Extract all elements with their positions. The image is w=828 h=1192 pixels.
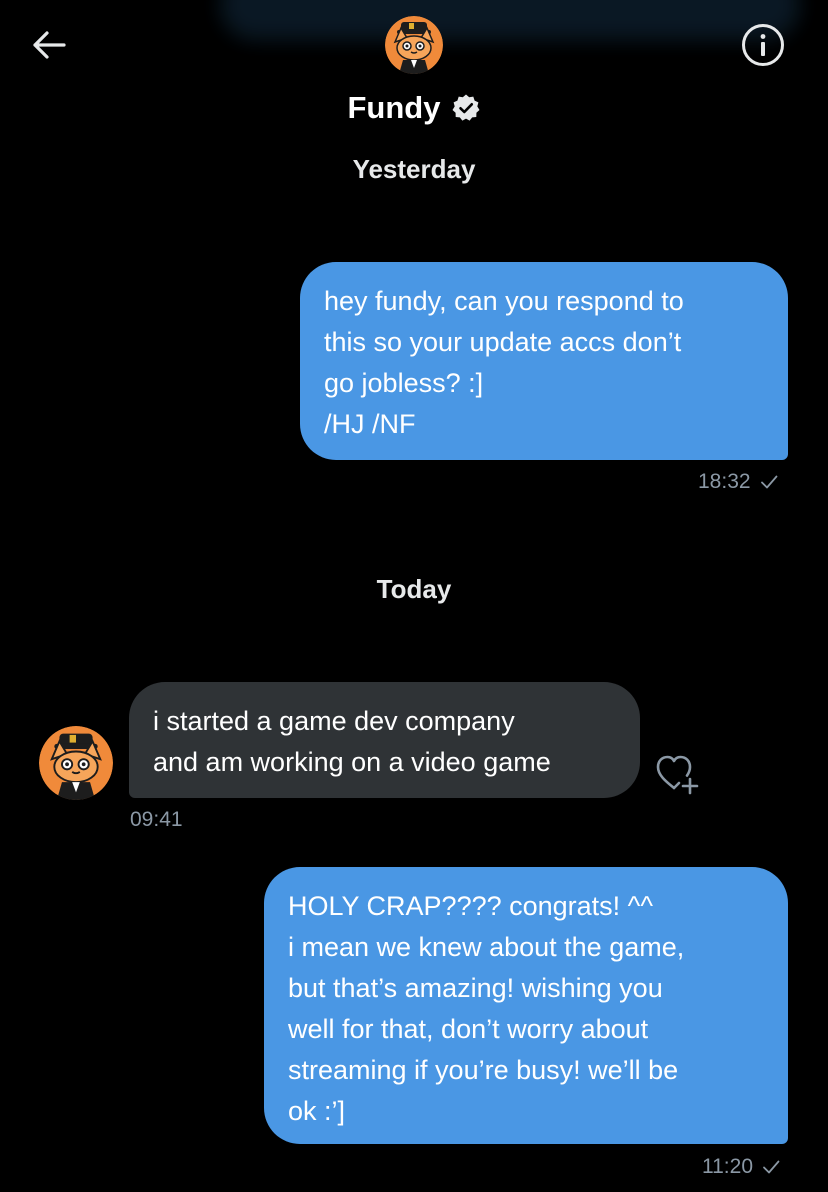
message-time: 09:41 — [130, 808, 183, 831]
message-text-line: streaming if you’re busy! we’ll be — [288, 1055, 679, 1085]
header-avatar[interactable] — [385, 16, 443, 74]
message-text-line: /HJ /NF — [324, 409, 416, 439]
message-timestamp: 09:41 — [130, 808, 183, 832]
message-timestamp: 18:32 — [698, 470, 779, 494]
arrow-left-icon — [30, 30, 68, 60]
contact-name: Fundy — [347, 90, 441, 125]
message-bubble-received[interactable]: i started a game dev company and am work… — [129, 682, 640, 798]
day-separator-yesterday: Yesterday — [352, 154, 476, 184]
message-text-line: go jobless? :] — [324, 368, 484, 398]
message-time: 11:20 — [702, 1155, 753, 1178]
conversation-title[interactable]: Fundy — [0, 86, 828, 130]
fox-avatar-image — [39, 726, 113, 800]
message-text-line: HOLY CRAP???? congrats! ^^ — [288, 891, 654, 921]
info-circle-icon — [740, 22, 786, 68]
message-text-line: but that’s amazing! wishing you — [288, 973, 663, 1003]
message-text-line: well for that, don’t worry about — [288, 1014, 649, 1044]
checkmark-icon — [759, 472, 779, 492]
message-text-line: hey fundy, can you respond to — [324, 286, 684, 316]
checkmark-icon — [761, 1157, 781, 1177]
message-bubble-sent[interactable]: hey fundy, can you respond to this so yo… — [300, 262, 788, 460]
message-text-line: and am working on a video game — [153, 747, 551, 777]
day-separator-today: Today — [376, 574, 452, 604]
status-bar-shadow — [220, 0, 800, 40]
message-timestamp: 11:20 — [702, 1155, 781, 1179]
message-text-line: i started a game dev company — [153, 706, 515, 736]
message-time: 18:32 — [698, 470, 751, 493]
message-text-line: i mean we knew about the game, — [288, 932, 685, 962]
message-text-line: this so your update accs don’t — [324, 327, 682, 357]
heart-plus-icon — [652, 750, 708, 798]
sender-avatar[interactable] — [39, 726, 113, 800]
verified-badge-icon — [451, 93, 481, 123]
message-bubble-sent[interactable]: HOLY CRAP???? congrats! ^^ i mean we kne… — [264, 867, 788, 1144]
fox-avatar-image — [385, 16, 443, 74]
back-button[interactable] — [26, 22, 72, 68]
react-button[interactable] — [652, 750, 708, 798]
message-text-line: ok :’] — [288, 1096, 346, 1126]
conversation-info-button[interactable] — [739, 21, 787, 69]
